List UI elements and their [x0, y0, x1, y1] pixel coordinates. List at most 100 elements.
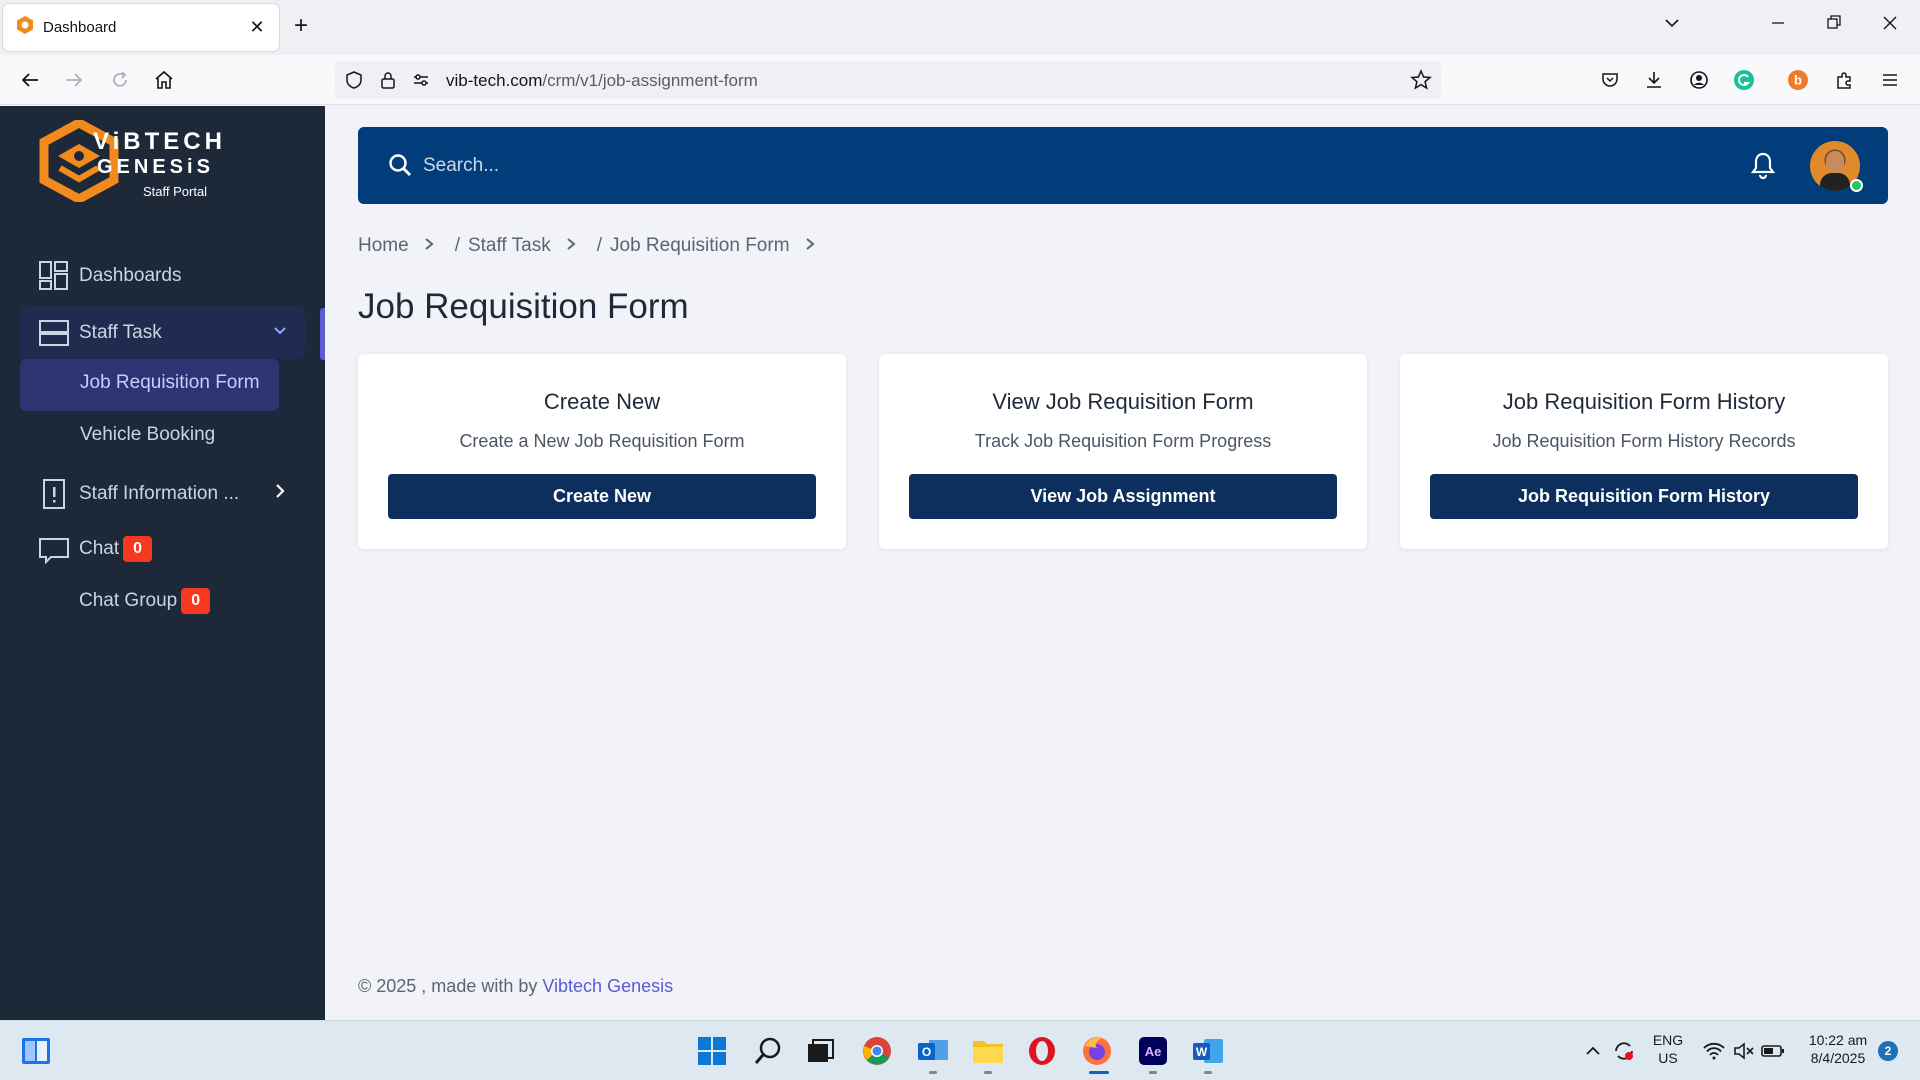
pocket-icon[interactable]: [1597, 67, 1623, 93]
address-bar[interactable]: vib-tech.com/crm/v1/job-assignment-form: [335, 61, 1441, 99]
sidebar-item-staff-task[interactable]: Staff Task: [38, 317, 288, 349]
card-title: Create New: [543, 389, 661, 414]
chat-count-badge: 0: [123, 536, 153, 562]
view-job-assignment-button[interactable]: View Job Assignment: [909, 474, 1337, 519]
running-indicator: [1204, 1071, 1212, 1074]
sidebar-item-dashboards[interactable]: Dashboards: [38, 260, 181, 292]
account-icon[interactable]: [1686, 67, 1712, 93]
language-indicator[interactable]: ENG US: [1648, 1031, 1688, 1067]
lock-icon[interactable]: [378, 70, 398, 95]
opera-icon[interactable]: [1026, 1035, 1058, 1067]
running-indicator: [1149, 1071, 1157, 1074]
notification-bell-icon[interactable]: [1750, 151, 1776, 184]
task-view-icon[interactable]: [804, 1035, 836, 1067]
wifi-icon[interactable]: [1698, 1035, 1730, 1067]
create-new-button[interactable]: Create New: [388, 474, 816, 519]
sidebar-active-indicator: [320, 308, 325, 360]
download-icon[interactable]: [1641, 67, 1667, 93]
after-effects-icon[interactable]: Ae: [1137, 1035, 1169, 1067]
region-code: US: [1658, 1050, 1678, 1066]
page-title: Job Requisition Form: [358, 287, 689, 326]
battery-icon[interactable]: [1757, 1035, 1789, 1067]
clock[interactable]: 10:22 am 8/4/2025: [1798, 1031, 1878, 1067]
minimize-button[interactable]: [1770, 14, 1786, 36]
close-window-button[interactable]: [1882, 14, 1898, 36]
sidebar-item-label: Job Requisition Form: [80, 372, 260, 393]
chevron-down-icon: [272, 322, 288, 344]
avatar-face: [1826, 151, 1844, 173]
windows-start-icon[interactable]: [696, 1035, 728, 1067]
show-hidden-icons-chevron-icon[interactable]: [1577, 1035, 1609, 1067]
svg-text:Ae: Ae: [1145, 1044, 1162, 1059]
avatar-body: [1820, 173, 1850, 191]
clock-date: 8/4/2025: [1810, 1050, 1866, 1066]
menu-hamburger-icon[interactable]: [1877, 67, 1903, 93]
sidebar-item-label: Chat Group: [79, 590, 178, 611]
active-app-indicator: [1089, 1071, 1109, 1074]
reload-button[interactable]: [107, 67, 133, 93]
chevron-right-icon: [423, 237, 435, 256]
word-icon[interactable]: W: [1192, 1035, 1224, 1067]
file-explorer-icon[interactable]: [972, 1035, 1004, 1067]
brand-name-line1: ViBTECH: [93, 128, 226, 155]
language-code: ENG: [1652, 1032, 1684, 1048]
job-requisition-history-button[interactable]: Job Requisition Form History: [1430, 474, 1858, 519]
sidebar: ViBTECH GENESiS Staff Portal Dashboards …: [0, 106, 325, 1020]
home-button[interactable]: [151, 67, 177, 93]
breadcrumb-job-requisition-form[interactable]: Job Requisition Form: [610, 235, 790, 257]
browser-nav-bar: vib-tech.com/crm/v1/job-assignment-form …: [0, 55, 1920, 105]
running-indicator: [984, 1071, 992, 1074]
online-status-dot: [1850, 179, 1863, 192]
sidebar-subitem-vehicle-booking[interactable]: Vehicle Booking: [80, 424, 215, 446]
chat-group-count-badge: 0: [181, 588, 211, 614]
sidebar-subitem-job-requisition-form[interactable]: Job Requisition Form: [80, 372, 260, 394]
firefox-icon[interactable]: [1081, 1035, 1113, 1067]
card-title: View Job Requisition Form: [992, 389, 1254, 414]
card-description: Track Job Requisition Form Progress: [974, 431, 1272, 451]
sidebar-item-label: Staff Task: [79, 322, 162, 343]
sidebar-item-staff-information[interactable]: Staff Information ...: [38, 478, 288, 510]
url-text: vib-tech.com/crm/v1/job-assignment-form: [446, 71, 758, 91]
search-input[interactable]: [423, 147, 1323, 185]
tab-close-button[interactable]: ✕: [247, 17, 267, 38]
browser-tab[interactable]: Dashboard ✕: [3, 4, 279, 51]
card-job-requisition-history: Job Requisition Form History Job Requisi…: [1400, 354, 1888, 549]
volume-muted-icon[interactable]: [1728, 1035, 1760, 1067]
footer-text: © 2025 , made with by: [358, 976, 543, 996]
grammarly-icon[interactable]: [1731, 67, 1757, 93]
extension-b-icon[interactable]: b: [1785, 67, 1811, 93]
tab-list-chevron-icon[interactable]: [1663, 14, 1681, 36]
footer-brand-link[interactable]: Vibtech Genesis: [542, 976, 673, 996]
card-description: Job Requisition Form History Records: [1492, 431, 1796, 451]
chat-icon: [38, 533, 70, 565]
card-description: Create a New Job Requisition Form: [459, 431, 745, 451]
sidebar-item-chat-group[interactable]: Chat Group 0: [79, 588, 211, 614]
permissions-icon[interactable]: [411, 70, 431, 95]
outlook-icon[interactable]: O: [917, 1035, 949, 1067]
new-tab-button[interactable]: +: [294, 14, 308, 38]
extensions-puzzle-icon[interactable]: [1831, 67, 1857, 93]
browser-tab-bar: Dashboard ✕ +: [0, 0, 1920, 55]
card-title: Job Requisition Form History: [1502, 389, 1786, 414]
breadcrumb-staff-task[interactable]: Staff Task: [468, 235, 551, 257]
sidebar-item-chat[interactable]: Chat 0: [38, 533, 153, 565]
card-view-job-requisition: View Job Requisition Form Track Job Requ…: [879, 354, 1367, 549]
restore-button[interactable]: [1826, 14, 1842, 36]
notification-count-badge[interactable]: 2: [1878, 1041, 1898, 1061]
forward-button[interactable]: [61, 67, 87, 93]
breadcrumb-separator: /: [454, 235, 460, 256]
chrome-icon[interactable]: [861, 1035, 893, 1067]
tab-title: Dashboard: [43, 19, 117, 36]
chevron-right-icon: [272, 483, 288, 505]
chevron-right-icon: [804, 237, 816, 256]
back-button[interactable]: [17, 67, 43, 93]
bookmark-star-icon[interactable]: [1410, 69, 1432, 96]
widgets-icon[interactable]: [20, 1035, 52, 1067]
search-icon: [388, 153, 412, 182]
sync-icon[interactable]: [1608, 1035, 1640, 1067]
breadcrumb: Home / Staff Task / Job Requisition Form: [358, 235, 836, 257]
breadcrumb-home[interactable]: Home: [358, 235, 409, 257]
search-taskbar-icon[interactable]: [752, 1035, 784, 1067]
shield-icon[interactable]: [344, 70, 364, 95]
os-taskbar: O Ae W ENG US 10:22 am 8/4/2025 2: [0, 1020, 1920, 1080]
